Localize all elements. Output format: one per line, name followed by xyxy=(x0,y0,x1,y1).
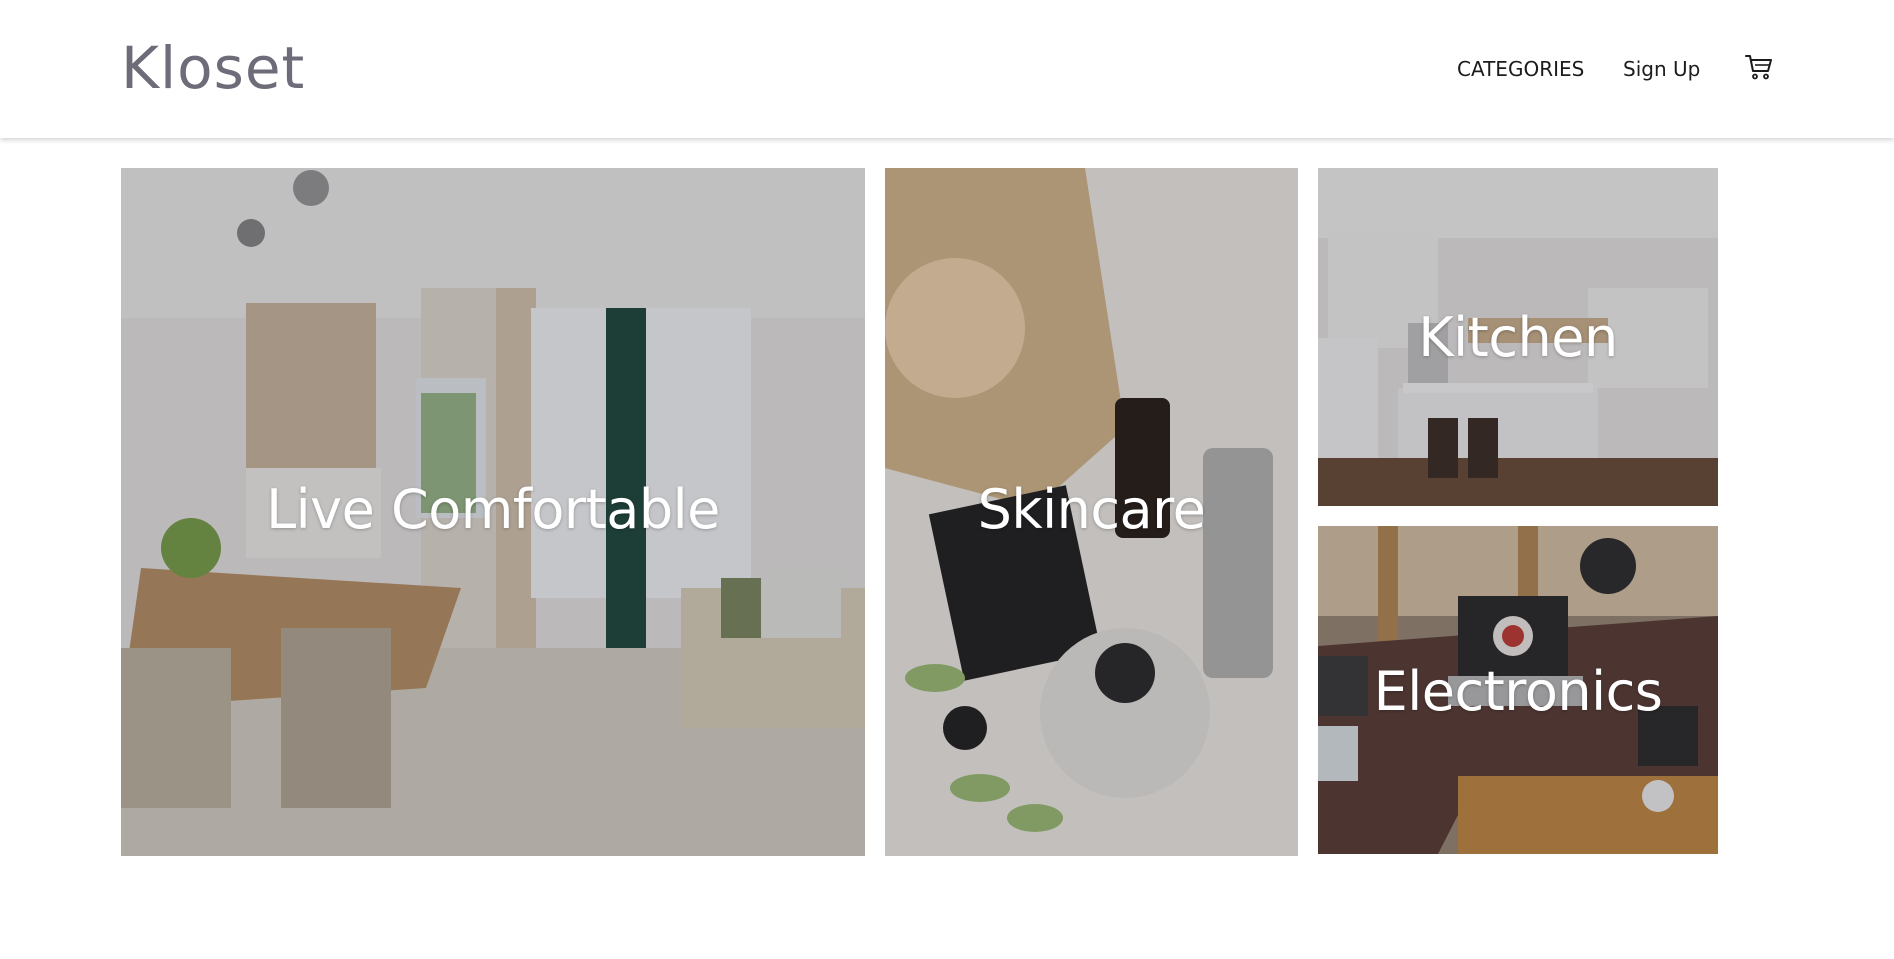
category-tile-kitchen[interactable]: Kitchen xyxy=(1318,168,1718,506)
cart-icon[interactable] xyxy=(1744,52,1774,82)
logo[interactable]: Kloset xyxy=(121,33,305,103)
tile-label: Electronics xyxy=(1373,660,1663,723)
category-tile-electronics[interactable]: Electronics xyxy=(1318,526,1718,854)
category-tile-live-comfortable[interactable]: Live Comfortable xyxy=(121,168,865,856)
tile-label: Kitchen xyxy=(1418,306,1618,369)
category-tile-skincare[interactable]: Skincare xyxy=(885,168,1298,856)
tile-label: Live Comfortable xyxy=(266,478,720,541)
tile-label: Skincare xyxy=(977,478,1206,541)
site-header: Kloset CATEGORIES Sign Up xyxy=(0,0,1894,138)
nav-categories-link[interactable]: CATEGORIES xyxy=(1457,52,1584,86)
nav-signup-link[interactable]: Sign Up xyxy=(1623,52,1700,86)
